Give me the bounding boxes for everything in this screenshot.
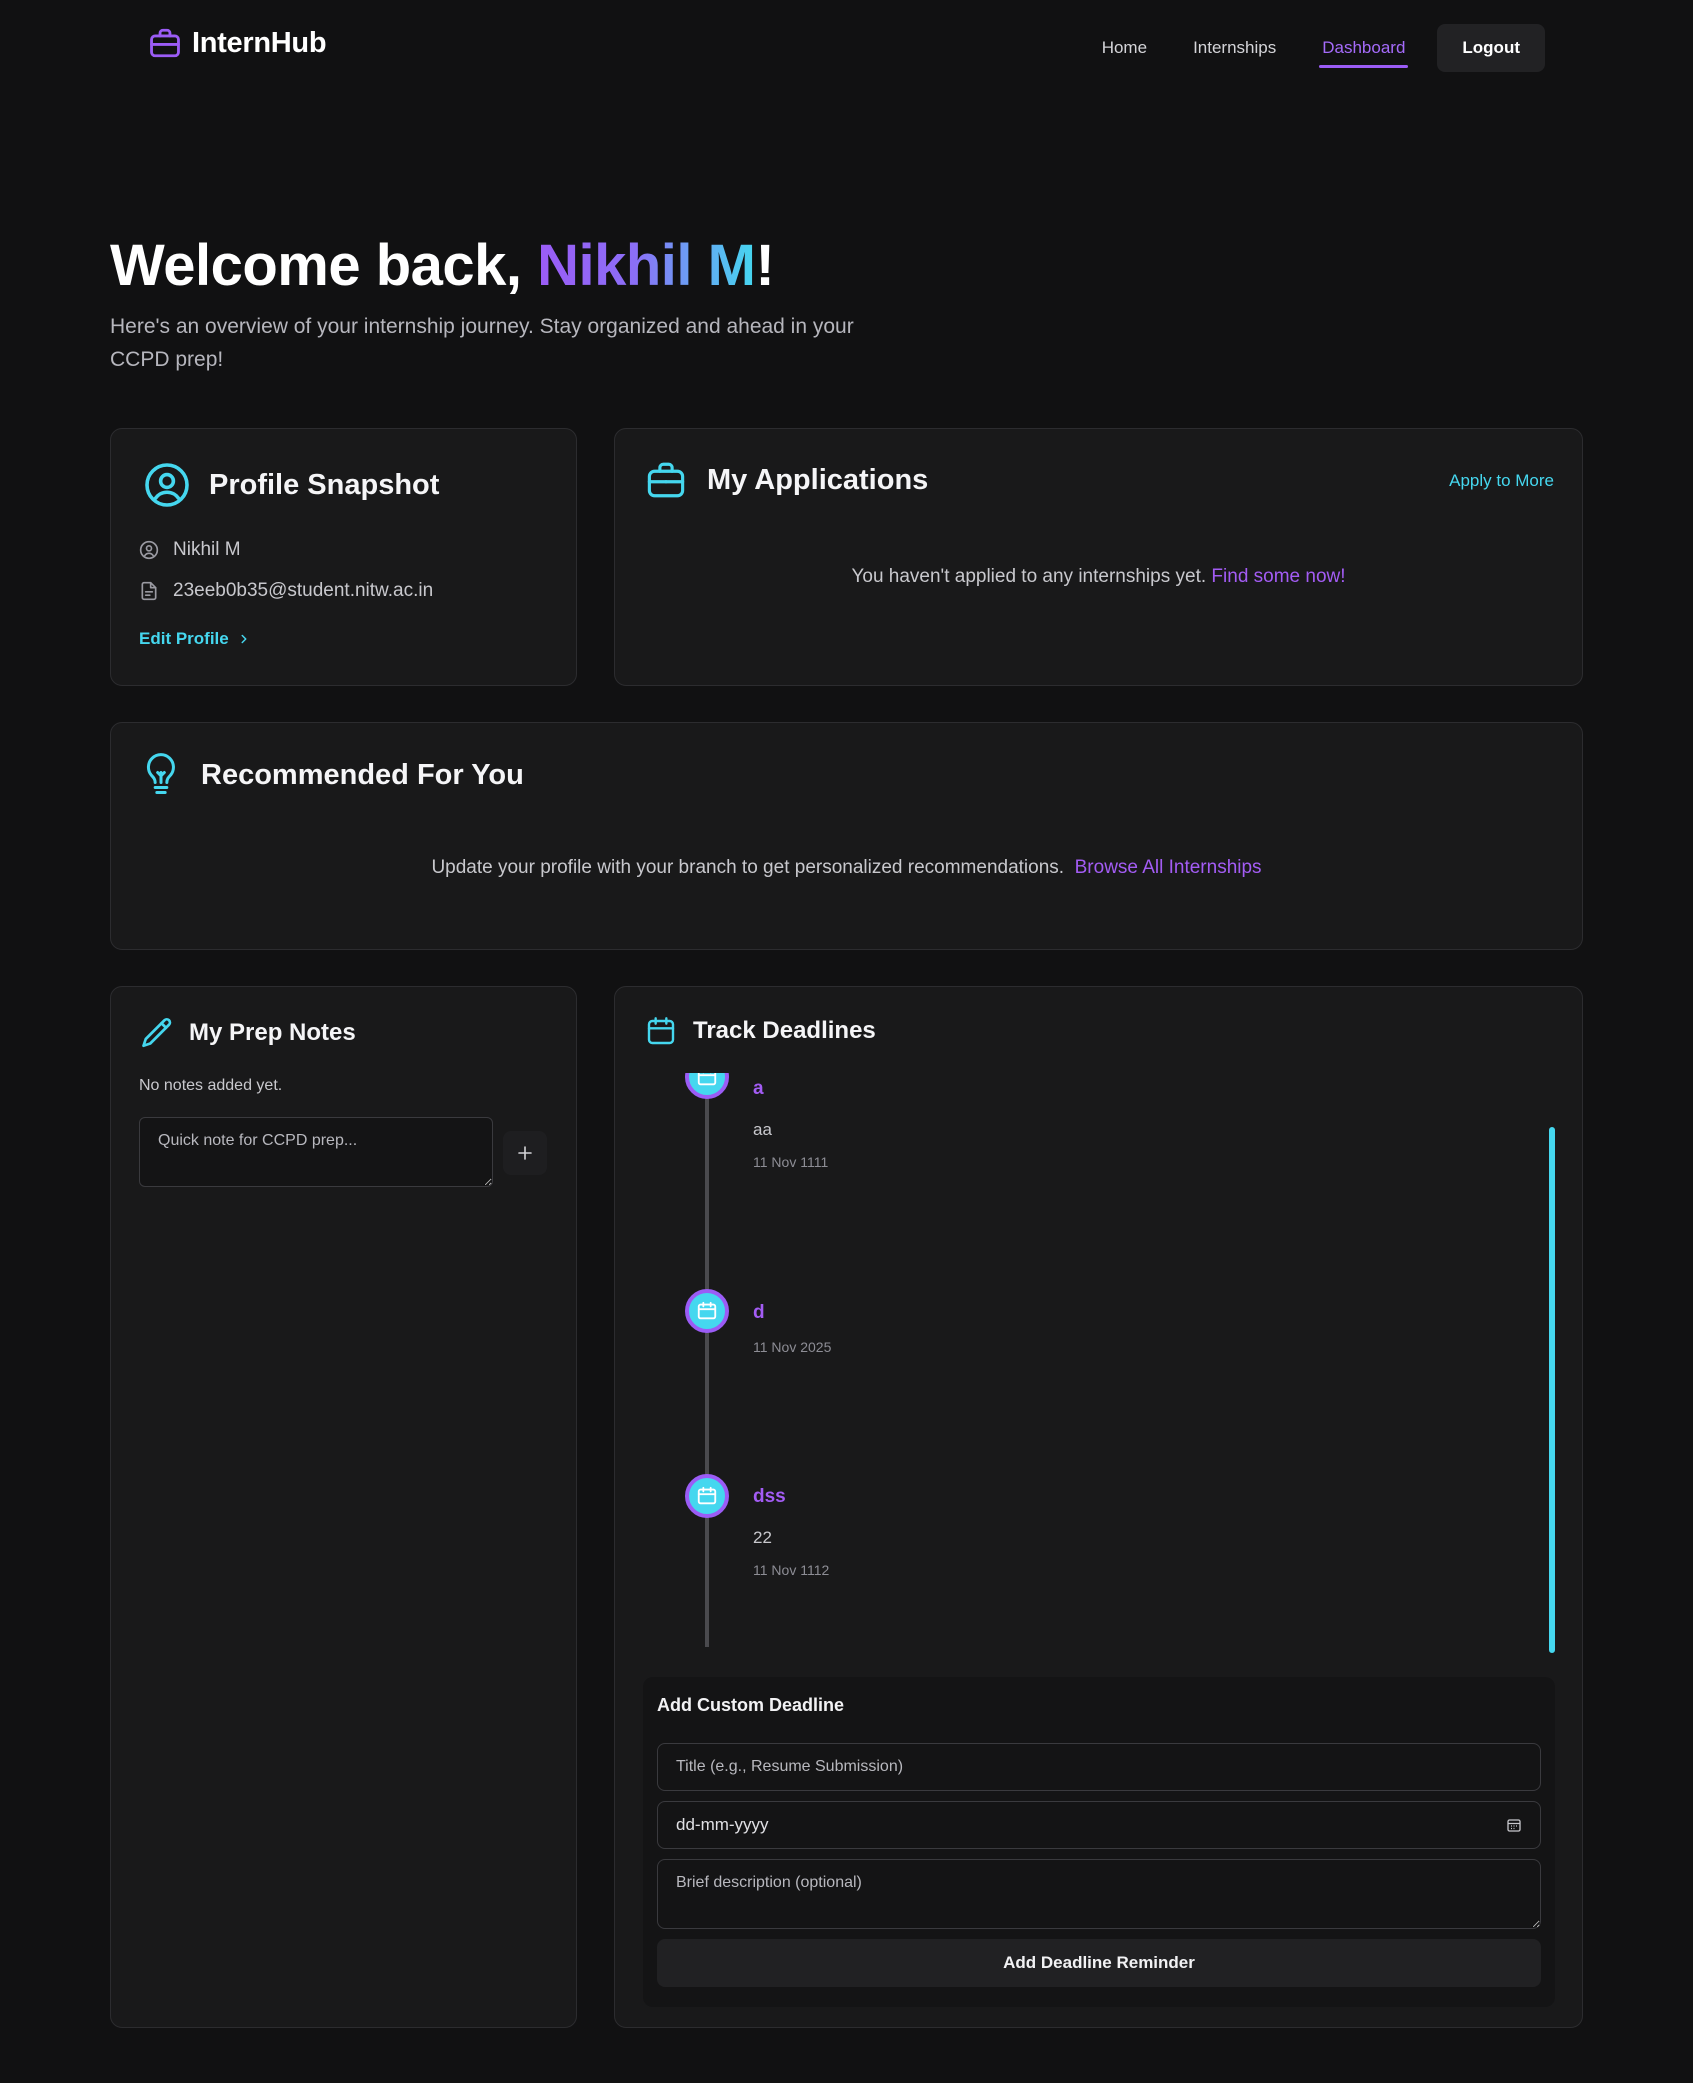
timeline-scrollbar[interactable]	[1549, 1127, 1555, 1653]
title-prefix: Welcome back,	[110, 233, 538, 298]
timeline-line	[705, 1073, 709, 1647]
notes-header: My Prep Notes	[139, 1015, 356, 1051]
quick-note-input[interactable]	[139, 1117, 493, 1187]
profile-email-row: 23eeb0b35@student.nitw.ac.in	[139, 580, 433, 602]
recommended-text: Update your profile with your branch to …	[431, 857, 1065, 878]
deadline-date: 11 Nov 2025	[753, 1339, 832, 1355]
notes-title: My Prep Notes	[189, 1019, 356, 1046]
user-name: Nikhil M	[537, 233, 756, 298]
briefcase-icon	[647, 462, 685, 498]
recommended-message: Update your profile with your branch to …	[111, 857, 1582, 879]
deadline-date: 11 Nov 1112	[753, 1562, 830, 1578]
browse-internships-link[interactable]: Browse All Internships	[1075, 857, 1262, 878]
calendar-icon	[697, 1301, 717, 1320]
notes-empty-text: No notes added yet.	[139, 1077, 283, 1094]
deadline-timeline[interactable]: a aa 11 Nov 1111 d 11 Nov 2025 dss 22 11…	[635, 1073, 1549, 1647]
nav-link-home[interactable]: Home	[1102, 28, 1147, 68]
deadline-description: 22	[753, 1528, 772, 1547]
applications-empty-text: You haven't applied to any internships y…	[851, 566, 1207, 587]
calendar-icon	[697, 1073, 717, 1086]
deadline-title: d	[753, 1302, 765, 1323]
lightbulb-icon	[146, 753, 175, 794]
deadline-description-input[interactable]	[657, 1859, 1541, 1929]
calendar-icon	[647, 1017, 675, 1045]
briefcase-icon	[150, 28, 180, 58]
applications-card: My Applications Apply to More You haven'…	[614, 428, 1583, 686]
calendar-picker-icon[interactable]	[1506, 1817, 1522, 1833]
plus-icon	[518, 1146, 532, 1160]
profile-email: 23eeb0b35@student.nitw.ac.in	[173, 580, 434, 601]
deadline-description: aa	[753, 1120, 772, 1139]
applications-empty-message: You haven't applied to any internships y…	[615, 566, 1582, 588]
page-subtitle: Here's an overview of your internship jo…	[110, 315, 854, 371]
date-placeholder: dd-mm-yyyy	[676, 1815, 769, 1834]
document-icon	[141, 581, 157, 601]
edit-profile-label: Edit Profile	[139, 629, 229, 648]
nav-links: Home Internships Dashboard Logout	[1056, 24, 1545, 72]
deadline-title-input[interactable]	[657, 1743, 1541, 1791]
profile-name-row: Nikhil M	[139, 539, 241, 561]
profile-card: Profile Snapshot Nikhil M 23eeb0b35@stud…	[110, 428, 577, 686]
calendar-icon	[697, 1486, 717, 1505]
add-deadline-button[interactable]: Add Deadline Reminder	[657, 1939, 1541, 1987]
deadline-date: 11 Nov 1111	[753, 1154, 829, 1170]
logout-button[interactable]: Logout	[1437, 24, 1545, 72]
page-title: Welcome back, Nikhil M!	[110, 232, 775, 299]
brand-name: InternHub	[192, 26, 327, 59]
top-navbar: InternHub Home Internships Dashboard Log…	[0, 0, 1693, 92]
applications-header: My Applications	[645, 459, 928, 501]
deadlines-header: Track Deadlines	[645, 1015, 876, 1047]
timeline-node	[685, 1073, 729, 1099]
timeline-node	[685, 1474, 729, 1518]
profile-header: Profile Snapshot	[143, 461, 439, 509]
deadline-date-input[interactable]: dd-mm-yyyy	[657, 1801, 1541, 1849]
recommended-card: Recommended For You Update your profile …	[110, 722, 1583, 950]
brand-logo[interactable]: InternHub	[148, 26, 327, 60]
recommended-title: Recommended For You	[201, 758, 524, 791]
nav-link-dashboard[interactable]: Dashboard	[1319, 28, 1409, 68]
profile-title: Profile Snapshot	[209, 468, 440, 501]
deadlines-card: Track Deadlines a aa 11 Nov 1111 d 11 No…	[614, 986, 1583, 2028]
deadlines-title: Track Deadlines	[693, 1017, 876, 1044]
deadline-title: dss	[753, 1486, 786, 1507]
deadline-title: a	[753, 1078, 764, 1099]
profile-name: Nikhil M	[173, 539, 241, 560]
add-deadline-form: Add Custom Deadline dd-mm-yyyy Add Deadl…	[643, 1677, 1555, 2007]
add-note-button[interactable]	[503, 1131, 547, 1175]
user-circle-icon	[145, 463, 189, 507]
title-suffix: !	[755, 233, 775, 298]
prep-notes-card: My Prep Notes No notes added yet.	[110, 986, 577, 2028]
recommended-header: Recommended For You	[141, 751, 524, 799]
timeline-node	[685, 1289, 729, 1333]
applications-title: My Applications	[707, 463, 929, 496]
user-icon	[139, 540, 159, 560]
find-internships-link[interactable]: Find some now!	[1211, 566, 1345, 587]
apply-to-more-link[interactable]: Apply to More	[1449, 471, 1554, 491]
add-deadline-title: Add Custom Deadline	[657, 1695, 845, 1715]
pencil-icon	[142, 1017, 172, 1048]
edit-profile-link[interactable]: Edit Profile	[139, 629, 251, 649]
nav-link-internships[interactable]: Internships	[1193, 28, 1276, 68]
chevron-right-icon	[241, 634, 247, 644]
